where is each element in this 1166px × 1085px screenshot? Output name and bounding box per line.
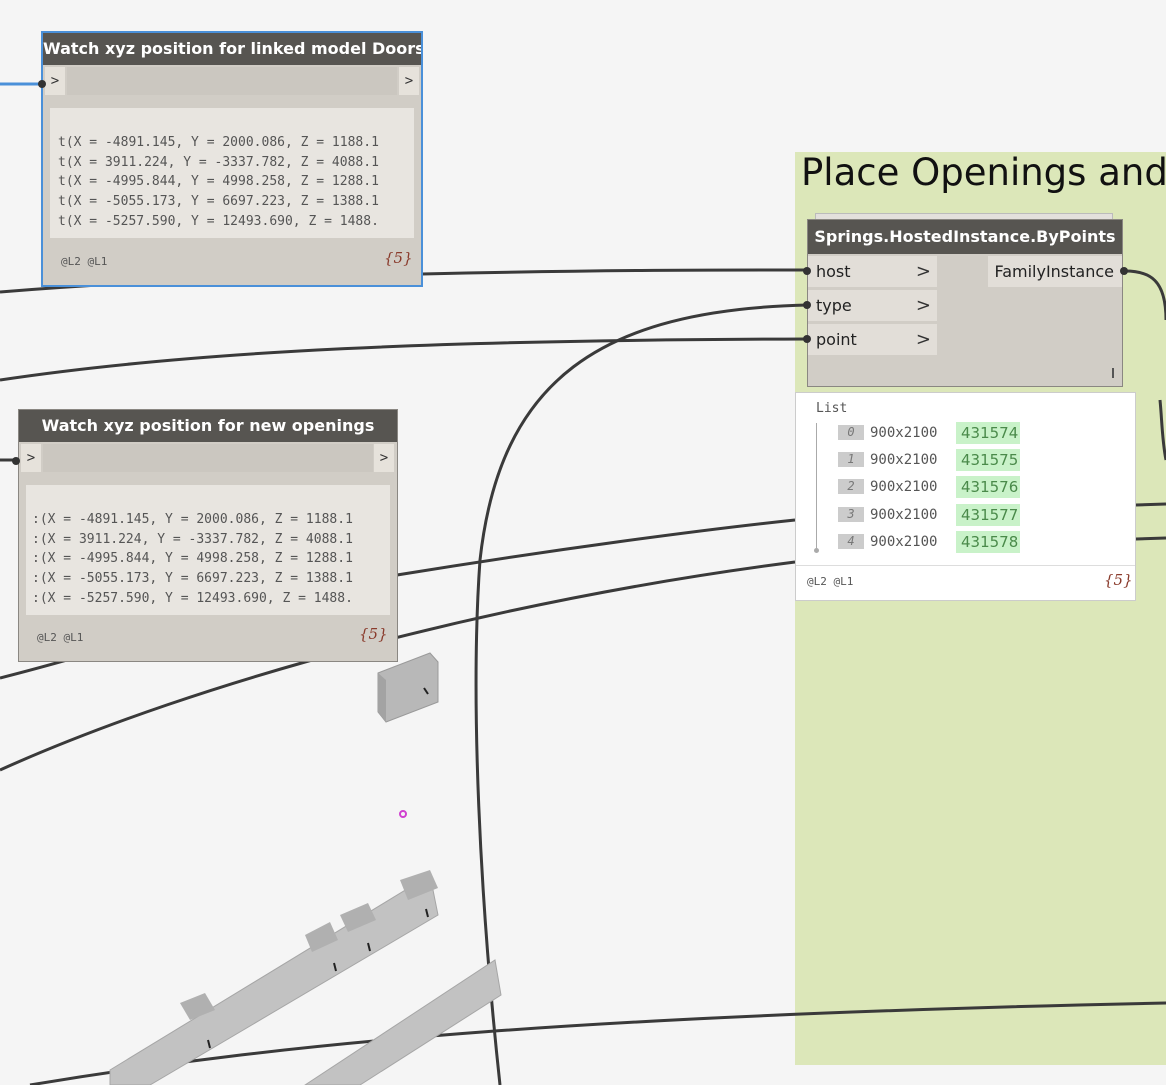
output-port-dot[interactable] — [1120, 267, 1128, 275]
list-index: 1 — [838, 452, 864, 467]
output-familyinstance[interactable]: FamilyInstance — [988, 256, 1122, 287]
element-id[interactable]: 431578 — [956, 531, 1020, 553]
input-point[interactable]: point > — [808, 324, 937, 355]
input-ports: host > type > point > — [808, 256, 937, 358]
lacing-indicator[interactable] — [1112, 368, 1114, 378]
input-label: type — [816, 296, 852, 315]
input-port-dot[interactable] — [38, 80, 46, 88]
element-id[interactable]: 431576 — [956, 476, 1020, 498]
input-label: point — [816, 330, 857, 349]
element-name: 900x2100 — [870, 425, 938, 441]
element-name: 900x2100 — [870, 507, 938, 523]
watch-line: t(X = -4891.145, Y = 2000.086, Z = 1188.… — [58, 135, 379, 150]
element-id[interactable]: 431575 — [956, 449, 1020, 471]
watch-line: :(X = -5055.173, Y = 6697.223, Z = 1388.… — [32, 571, 353, 587]
lacing-label: @L2 @L1 — [807, 575, 854, 588]
watch-line: t(X = -4995.844, Y = 4998.258, Z = 1288.… — [58, 174, 379, 190]
chevron-right-icon[interactable]: > — [916, 324, 931, 355]
springs-hostedinstance-node[interactable]: Springs.HostedInstance.ByPoints host > t… — [807, 213, 1123, 387]
port-spacer — [43, 444, 373, 472]
element-name: 900x2100 — [870, 534, 938, 550]
type-port-dot[interactable] — [803, 301, 811, 309]
tree-end-dot — [814, 548, 819, 553]
watch-line: :(X = -4995.844, Y = 4998.258, Z = 1288.… — [32, 551, 353, 567]
port-row: > > — [19, 442, 397, 474]
watch-output[interactable]: t(X = -4891.145, Y = 2000.086, Z = 1188.… — [50, 108, 414, 238]
watch-line: :(X = -4891.145, Y = 2000.086, Z = 1188.… — [32, 512, 353, 527]
port-spacer — [67, 67, 397, 95]
list-index: 0 — [838, 425, 864, 440]
long-wall-2 — [304, 959, 502, 1085]
small-wall-piece — [377, 652, 439, 723]
tree-line — [816, 423, 817, 551]
item-count: {5} — [359, 625, 388, 643]
point-marker — [399, 810, 407, 818]
input-type[interactable]: type > — [808, 290, 937, 321]
node-preview-bubble[interactable]: List 0 900x2100 431574 1 900x2100 431575… — [795, 392, 1136, 601]
list-index: 4 — [838, 534, 864, 549]
chevron-right-icon[interactable]: > — [916, 256, 931, 287]
watch-line: :(X = 3911.224, Y = -3337.782, Z = 4088.… — [32, 531, 353, 547]
output-port[interactable]: > — [374, 444, 394, 472]
element-id[interactable]: 431577 — [956, 504, 1020, 526]
lacing-label: @L2 @L1 — [61, 255, 108, 268]
element-id[interactable]: 431574 — [956, 422, 1020, 444]
host-port-dot[interactable] — [803, 267, 811, 275]
node-body[interactable]: Springs.HostedInstance.ByPoints host > t… — [807, 219, 1123, 387]
input-host[interactable]: host > — [808, 256, 937, 287]
dynamo-canvas[interactable]: Place Openings and s Watch xyz position … — [0, 0, 1166, 1085]
watch-line: t(X = -5055.173, Y = 6697.223, Z = 1388.… — [58, 194, 379, 210]
element-name: 900x2100 — [870, 479, 938, 495]
list-index: 2 — [838, 479, 864, 494]
input-port-dot[interactable] — [12, 457, 20, 465]
watch-line: t(X = 3911.224, Y = -3337.782, Z = 4088.… — [58, 154, 379, 170]
watch-node-linked-doors[interactable]: Watch xyz position for linked model Door… — [41, 31, 423, 287]
chevron-right-icon[interactable]: > — [916, 290, 931, 321]
node-title[interactable]: Watch xyz position for new openings — [19, 410, 397, 442]
port-row: > > — [43, 65, 421, 97]
watch-output[interactable]: :(X = -4891.145, Y = 2000.086, Z = 1188.… — [26, 485, 390, 615]
input-port[interactable]: > — [21, 444, 41, 472]
node-title[interactable]: Springs.HostedInstance.ByPoints — [808, 220, 1122, 254]
output-port[interactable]: > — [399, 67, 419, 95]
input-label: host — [816, 262, 851, 281]
point-port-dot[interactable] — [803, 335, 811, 343]
watch-node-new-openings[interactable]: Watch xyz position for new openings > > … — [18, 409, 398, 662]
watch-line: t(X = -5257.590, Y = 12493.690, Z = 1488… — [58, 213, 379, 229]
preview-list-label: List — [816, 401, 848, 416]
node-title[interactable]: Watch xyz position for linked model Door… — [43, 33, 421, 65]
preview-footer: @L2 @L1 {5} — [796, 565, 1135, 601]
item-count: {5} — [1104, 571, 1133, 589]
watch-line: :(X = -5257.590, Y = 12493.690, Z = 1488… — [32, 590, 353, 606]
lacing-label: @L2 @L1 — [37, 631, 84, 644]
element-name: 900x2100 — [870, 452, 938, 468]
input-port[interactable]: > — [45, 67, 65, 95]
item-count: {5} — [384, 249, 413, 267]
list-index: 3 — [838, 507, 864, 522]
